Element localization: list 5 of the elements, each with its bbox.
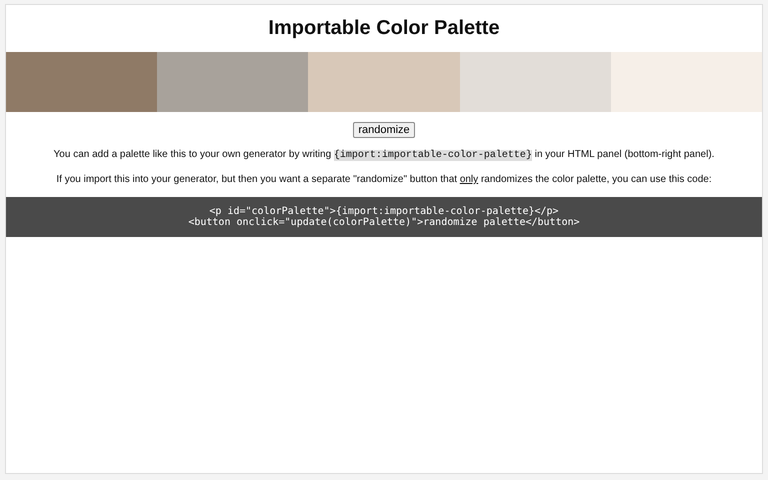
instruction-text: You can add a palette like this to your own generator by writing {import:importable-color-palette} in your HTML panel (bottom-right panel). bbox=[52, 148, 716, 163]
randomize-button[interactable]: randomize bbox=[353, 122, 415, 138]
page-title: Importable Color Palette bbox=[267, 17, 501, 40]
instruction-text: If you import this into your generator, but then you want a separate "randomize" button that only randomizes the color palette, you can use this code: bbox=[55, 173, 713, 187]
code-block: <p id="colorPalette">{import:importable-color-palette}</p> <button onclick="update(colorPalette)">randomize palette</button> bbox=[6, 197, 762, 237]
